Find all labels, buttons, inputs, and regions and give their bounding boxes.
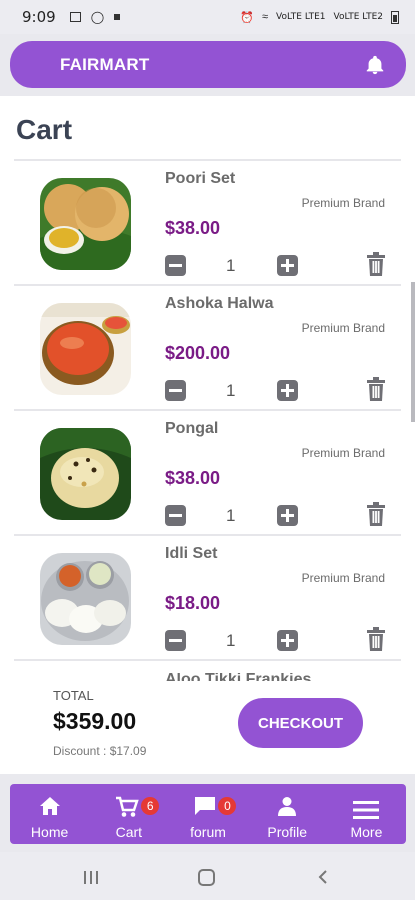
discount-text: Discount : $17.09 [53,744,147,758]
item-name: Pongal [165,420,219,437]
bell-notification-icon: ◯ [90,10,105,24]
total-label: TOTAL [53,688,94,703]
page-title: Cart [16,114,73,145]
brand-tag: Premium Brand [301,196,385,210]
system-navigation-bar [0,852,415,900]
nav-profile[interactable]: Profile [248,784,327,844]
decrease-quantity-button[interactable] [165,255,186,276]
back-button[interactable] [316,870,330,884]
bottom-navigation: Home 6 Cart 0 forum Profile More [10,784,406,844]
increase-quantity-button[interactable] [277,505,298,526]
cart-panel: Cart Poori Set Premium Brand $38.00 1 As… [0,96,415,774]
poori-set-image [40,178,131,270]
cart-item: Ashoka Halwa Premium Brand $200.00 1 [0,287,415,411]
alarm-icon: ⏰ [240,11,254,24]
brand-tag: Premium Brand [301,321,385,335]
item-price: $38.00 [165,468,221,488]
total-value: $359.00 [53,708,137,734]
nav-home[interactable]: Home [10,784,89,844]
brand-tag: Premium Brand [301,446,385,460]
signal-1-label: VoLTE LTE1 [276,11,326,22]
divider [14,534,401,536]
home-button[interactable] [198,869,215,886]
item-price: $18.00 [165,593,221,613]
quantity-value: 1 [226,506,236,525]
notification-icons: ◯ [69,10,121,24]
idli-set-image [40,553,131,645]
item-name: Idli Set [165,545,218,562]
increase-quantity-button[interactable] [277,380,298,401]
brand-tag: Premium Brand [301,571,385,585]
brand-title: FAIRMART [60,54,150,74]
status-bar: 9:09 ◯ ⏰ ≈ VoLTE LTE1 VoLTE LTE2 [0,0,415,34]
nav-label: Home [30,824,69,840]
partially-visible-item[interactable]: Aloo Tikki Frankies [0,673,415,681]
trash-icon[interactable] [366,377,386,401]
battery-icon [391,10,399,24]
chat-icon [195,797,216,815]
trash-icon[interactable] [366,627,386,651]
increase-quantity-button[interactable] [277,255,298,276]
dot-icon [114,14,121,20]
item-name: Poori Set [165,170,236,187]
signal-2-label: VoLTE LTE2 [333,11,383,22]
item-name: Aloo Tikki Frankies [165,673,311,681]
quantity-value: 1 [226,256,236,275]
quantity-value: 1 [226,381,236,400]
recent-apps-button[interactable] [84,871,98,884]
person-icon [278,797,297,816]
item-price: $200.00 [165,343,231,363]
nav-cart[interactable]: 6 Cart [89,784,168,844]
wifi-icon: ≈ [261,11,269,23]
clock: 9:09 [22,8,56,26]
cart-item: Poori Set Premium Brand $38.00 1 [0,162,415,286]
app-header: FAIRMART [10,41,406,88]
nav-label: Cart [115,824,143,840]
cart-icon [116,796,139,817]
forum-badge: 0 [218,797,237,815]
divider [14,409,401,411]
increase-quantity-button[interactable] [277,630,298,651]
ashoka-halwa-image [40,303,131,395]
checkout-button[interactable]: CHECKOUT [238,698,363,748]
nav-forum[interactable]: 0 forum [168,784,247,844]
trash-icon[interactable] [366,252,386,276]
gallery-icon [69,12,81,22]
decrease-quantity-button[interactable] [165,380,186,401]
scrollbar[interactable] [411,282,415,422]
system-icons: ⏰ ≈ VoLTE LTE1 VoLTE LTE2 [240,10,399,24]
item-price: $38.00 [165,218,221,238]
divider [14,659,401,661]
nav-more[interactable]: More [327,784,406,844]
item-name: Ashoka Halwa [165,295,274,312]
cart-item: Pongal Premium Brand $38.00 1 [0,412,415,536]
nav-label: forum [190,824,226,840]
nav-label: Profile [267,824,308,840]
quantity-value: 1 [226,631,236,650]
cart-item: Idli Set Premium Brand $18.00 1 [0,537,415,661]
divider [14,284,401,286]
cart-badge: 6 [141,797,160,815]
pongal-image [40,428,131,520]
cart-summary: TOTAL $359.00 Discount : $17.09 CHECKOUT [0,681,415,774]
divider [14,159,401,161]
decrease-quantity-button[interactable] [165,505,186,526]
trash-icon[interactable] [366,502,386,526]
menu-icon [353,801,380,819]
nav-label: More [350,824,383,840]
home-icon [39,797,60,815]
decrease-quantity-button[interactable] [165,630,186,651]
bell-icon[interactable] [364,53,386,77]
